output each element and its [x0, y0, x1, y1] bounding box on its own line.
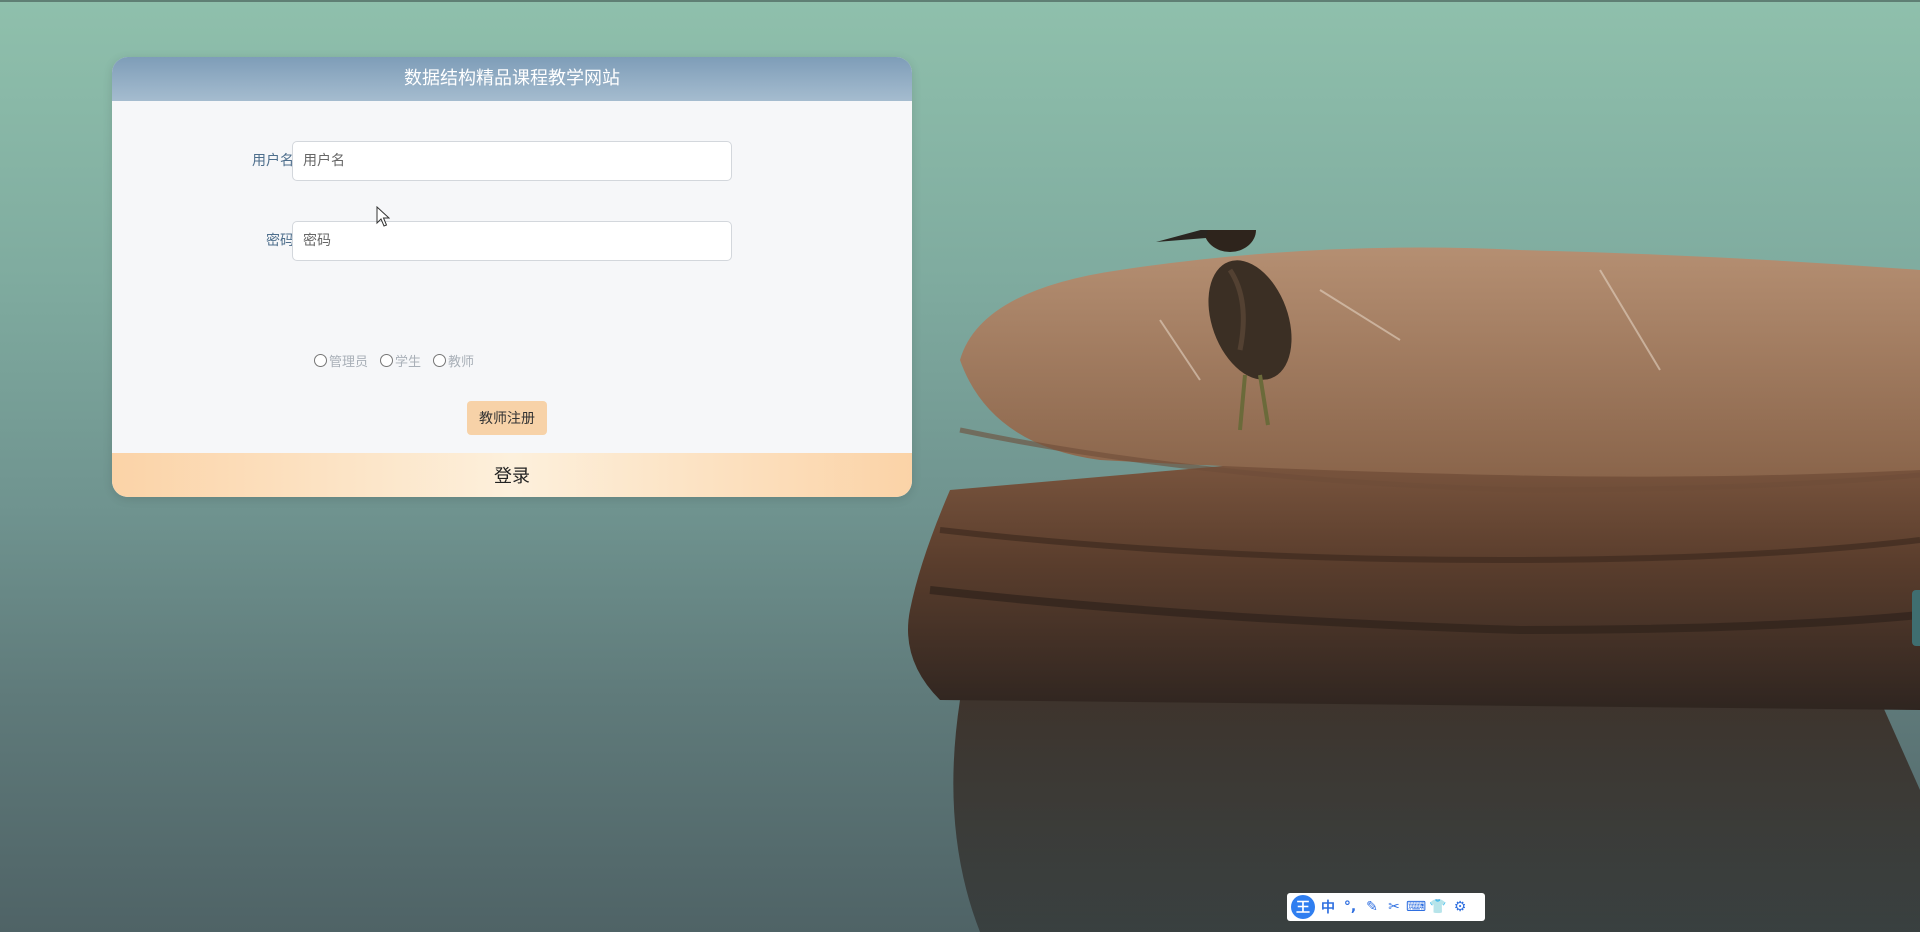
role-label-student: 学生: [395, 354, 422, 370]
top-border: [0, 0, 1920, 2]
role-label-admin: 管理员: [329, 354, 369, 370]
password-row: 密码: [112, 221, 912, 261]
role-radio-admin[interactable]: [314, 353, 327, 367]
teacher-register-button[interactable]: 教师注册: [467, 401, 547, 435]
login-card: 数据结构精品课程教学网站 用户名 密码 管理员 学生 教师 教师注册 登录: [112, 57, 912, 497]
keyboard-icon[interactable]: ⌨: [1406, 897, 1426, 917]
ime-toolbar: 王 中 °, ✎ ✂ ⌨ 👕 ⚙: [1287, 893, 1485, 921]
login-button[interactable]: 登录: [112, 453, 912, 497]
role-radio-teacher[interactable]: [433, 353, 447, 367]
site-title: 数据结构精品课程教学网站: [112, 57, 912, 101]
skin-icon[interactable]: 👕: [1429, 897, 1447, 917]
password-label: 密码: [266, 233, 294, 249]
role-option-student[interactable]: 学生: [380, 351, 421, 370]
role-radio-student[interactable]: [380, 353, 394, 367]
role-option-teacher[interactable]: 教师: [433, 351, 474, 370]
role-label-teacher: 教师: [448, 354, 475, 370]
mouse-cursor-icon: [376, 206, 390, 227]
chinese-mode-icon[interactable]: 中: [1319, 897, 1337, 917]
username-label: 用户名: [252, 153, 294, 169]
ime-logo-icon[interactable]: 王: [1291, 895, 1315, 919]
side-panel-handle[interactable]: [1912, 590, 1920, 646]
password-input[interactable]: [292, 221, 732, 261]
username-input[interactable]: [292, 141, 732, 181]
role-selector: 管理员 学生 教师: [314, 350, 474, 370]
screenshot-icon[interactable]: ✂: [1385, 897, 1403, 917]
background-bird-on-rock-image: [908, 230, 1920, 932]
settings-icon[interactable]: ⚙: [1451, 897, 1469, 917]
username-row: 用户名: [112, 141, 912, 181]
login-page: 数据结构精品课程教学网站 用户名 密码 管理员 学生 教师 教师注册 登录: [0, 0, 1920, 932]
handwriting-icon[interactable]: ✎: [1363, 897, 1381, 917]
role-option-admin[interactable]: 管理员: [314, 351, 368, 370]
punctuation-icon[interactable]: °,: [1341, 897, 1359, 917]
